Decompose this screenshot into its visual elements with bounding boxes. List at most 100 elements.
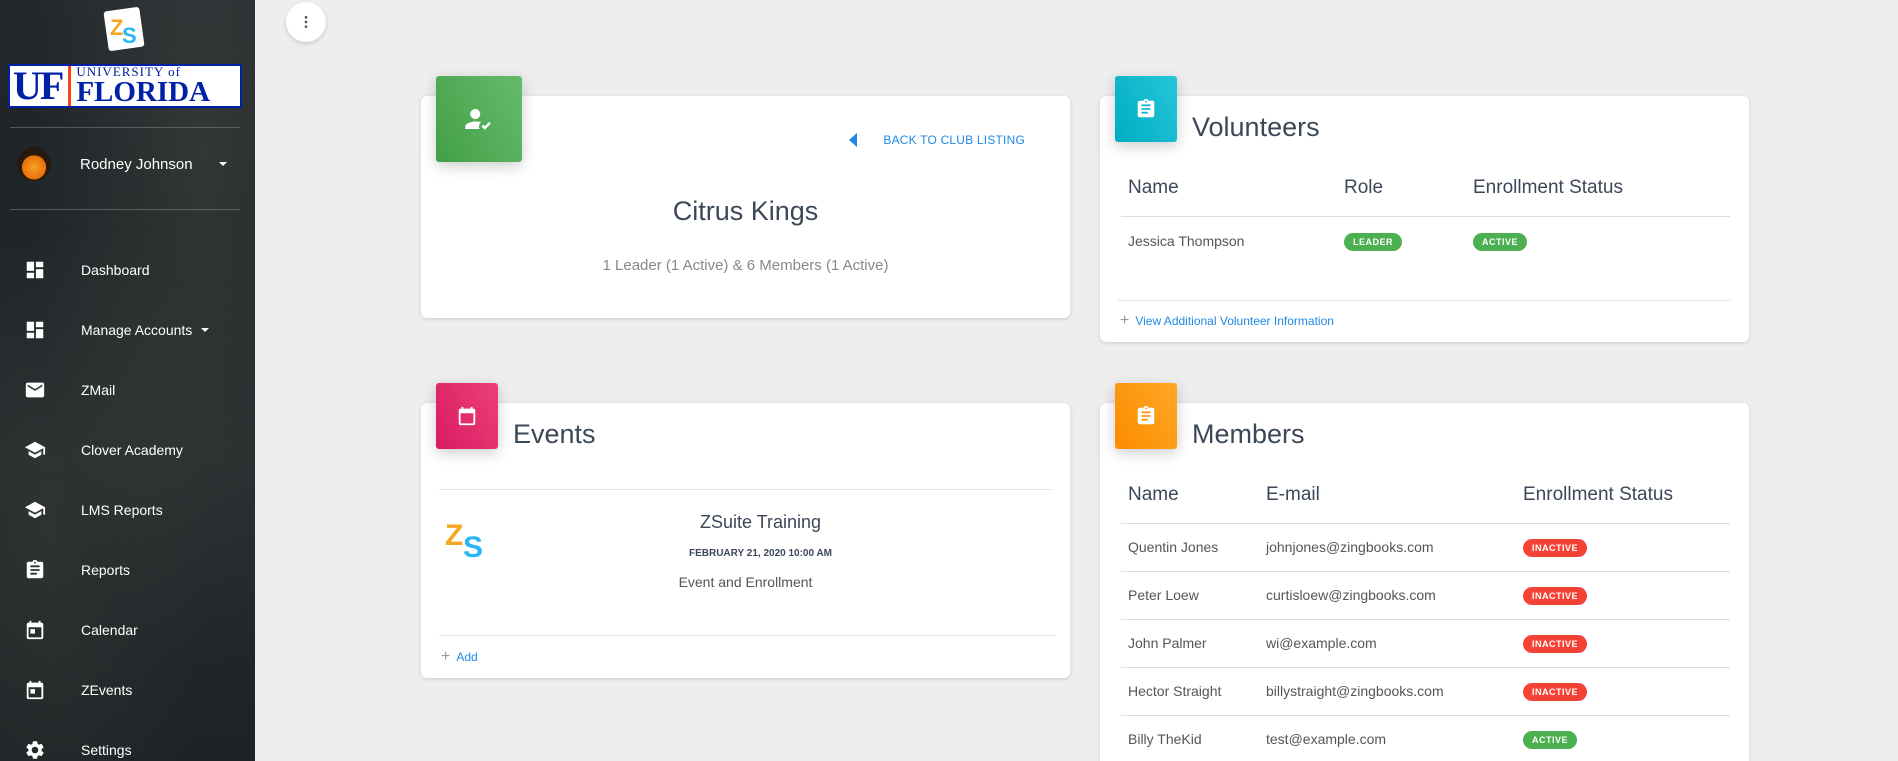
volunteer-status-cell: ACTIVE (1473, 216, 1730, 266)
member-email: curtisloew@zingbooks.com (1266, 571, 1523, 620)
more-options-button[interactable] (286, 2, 326, 42)
member-status-cell: INACTIVE (1523, 667, 1730, 716)
table-row[interactable]: Quentin Jones johnjones@zingbooks.com IN… (1121, 523, 1730, 572)
member-name: John Palmer (1121, 619, 1266, 668)
status-badge: ACTIVE (1473, 232, 1528, 251)
chevron-down-icon (218, 162, 227, 166)
back-to-club-listing-link[interactable]: BACK TO CLUB LISTING (849, 133, 1025, 147)
member-status-cell: INACTIVE (1523, 619, 1730, 668)
table-row[interactable]: Hector Straight billystraight@zingbooks.… (1121, 667, 1730, 716)
volunteer-name: Jessica Thompson (1128, 233, 1245, 250)
column-header: Role (1344, 160, 1473, 217)
gear-icon (23, 738, 47, 761)
member-name: Quentin Jones (1121, 523, 1266, 572)
sidebar-item-label: Clover Academy (81, 442, 183, 458)
status-badge: INACTIVE (1523, 634, 1588, 653)
sidebar: Z S UF UNIVERSITY of FLORIDA Rodney John… (0, 0, 255, 761)
clipboard-icon (23, 558, 47, 582)
zsuite-logo[interactable]: Z S (102, 5, 146, 53)
member-name: Hector Straight (1121, 667, 1266, 716)
status-badge: INACTIVE (1523, 682, 1588, 701)
column-header: E-mail (1266, 467, 1523, 524)
sidebar-item-label: ZEvents (81, 682, 133, 698)
event-date: FEBRUARY 21, 2020 10:00 AM (688, 548, 833, 559)
divider (439, 635, 1056, 636)
uf-mark: UF (10, 66, 72, 106)
sidebar-item-manage-accounts[interactable]: Manage Accounts (0, 300, 255, 360)
dashboard-icon (23, 258, 47, 282)
club-name: Citrus Kings (672, 196, 819, 226)
members-title: Members (1192, 419, 1305, 449)
user-check-icon (465, 109, 491, 130)
calendar-icon (458, 406, 476, 426)
events-title: Events (513, 419, 596, 449)
volunteers-title: Volunteers (1192, 112, 1320, 142)
sidebar-item-lms-reports[interactable]: LMS Reports (0, 480, 255, 540)
member-email: billystraight@zingbooks.com (1266, 667, 1523, 716)
role-badge: LEADER (1344, 232, 1403, 251)
club-card: BACK TO CLUB LISTING Citrus Kings 1 Lead… (421, 76, 1070, 318)
sidebar-item-dashboard[interactable]: Dashboard (0, 240, 255, 300)
events-card-icon (436, 383, 498, 449)
members-card: Members Name E-mail Enrollment Status Qu… (1100, 383, 1749, 761)
school-icon (23, 438, 47, 462)
user-menu[interactable]: Rodney Johnson (0, 147, 255, 181)
plus-icon: + (1120, 312, 1130, 329)
sidebar-item-label: Manage Accounts (81, 322, 193, 338)
status-badge: ACTIVE (1523, 730, 1578, 749)
member-email: wi@example.com (1266, 619, 1523, 668)
column-header: Name (1121, 467, 1266, 524)
view-volunteer-info-label: View Additional Volunteer Information (1135, 314, 1334, 328)
arrow-left-icon (849, 133, 858, 147)
chevron-down-icon (201, 328, 210, 332)
university-logo: UF UNIVERSITY of FLORIDA (8, 64, 242, 108)
table-row[interactable]: Billy TheKid test@example.com ACTIVE (1121, 715, 1730, 761)
member-status-cell: ACTIVE (1523, 715, 1730, 761)
avatar (17, 147, 51, 181)
svg-text:S: S (122, 23, 137, 48)
sidebar-item-label: LMS Reports (81, 502, 163, 518)
volunteers-card: Volunteers Name Role Enrollment Status J… (1100, 76, 1749, 342)
sidebar-item-label: Dashboard (81, 262, 150, 278)
member-status-cell: INACTIVE (1523, 523, 1730, 572)
event-subtitle: Event and Enrollment (678, 574, 813, 590)
sidebar-item-clover-academy[interactable]: Clover Academy (0, 420, 255, 480)
member-name: Peter Loew (1121, 571, 1266, 620)
table-row[interactable]: John Palmer wi@example.com INACTIVE (1121, 619, 1730, 668)
calendar-icon (23, 618, 47, 642)
more-vert-icon (304, 16, 308, 28)
volunteers-card-icon (1115, 76, 1177, 142)
clipboard-icon (1137, 405, 1155, 425)
members-table: Name E-mail Enrollment Status Quentin Jo… (1121, 467, 1730, 761)
table-row[interactable]: Peter Loew curtisloew@zingbooks.com INAC… (1121, 571, 1730, 620)
clipboard-icon (1137, 98, 1155, 118)
sidebar-item-label: ZMail (81, 382, 116, 398)
sidebar-item-settings[interactable]: Settings (0, 720, 255, 761)
member-email: test@example.com (1266, 715, 1523, 761)
status-badge: INACTIVE (1523, 586, 1588, 605)
event-title: ZSuite Training (699, 512, 822, 532)
members-card-icon (1115, 383, 1177, 449)
back-link-label: BACK TO CLUB LISTING (883, 133, 1025, 147)
divider (10, 209, 240, 210)
column-header: Name (1121, 160, 1344, 217)
sidebar-item-label: Settings (81, 742, 132, 758)
school-icon (23, 498, 47, 522)
university-bottom-text: FLORIDA (76, 76, 211, 108)
view-volunteer-info-link[interactable]: + View Additional Volunteer Information (1120, 313, 1334, 329)
sidebar-item-zevents[interactable]: ZEvents (0, 660, 255, 720)
club-summary: 1 Leader (1 Active) & 6 Members (1 Activ… (602, 257, 889, 274)
column-header: Enrollment Status (1523, 467, 1730, 524)
member-name: Billy TheKid (1121, 715, 1266, 761)
sidebar-item-reports[interactable]: Reports (0, 540, 255, 600)
add-event-link[interactable]: + Add (441, 649, 478, 665)
sidebar-item-label: Reports (81, 562, 131, 578)
event-item[interactable]: Z S ZSuite Training FEBRUARY 21, 2020 10… (439, 489, 1052, 635)
divider (10, 127, 240, 128)
sidebar-nav: Dashboard Manage Accounts ZMail Clover A… (0, 240, 255, 761)
sidebar-item-calendar[interactable]: Calendar (0, 600, 255, 660)
sidebar-item-zmail[interactable]: ZMail (0, 360, 255, 420)
table-row[interactable]: Jessica Thompson LEADER ACTIVE (1121, 216, 1730, 266)
status-badge: INACTIVE (1523, 538, 1588, 557)
events-card: Events Z S ZSuite Training FEBRUARY 21, … (421, 383, 1070, 678)
